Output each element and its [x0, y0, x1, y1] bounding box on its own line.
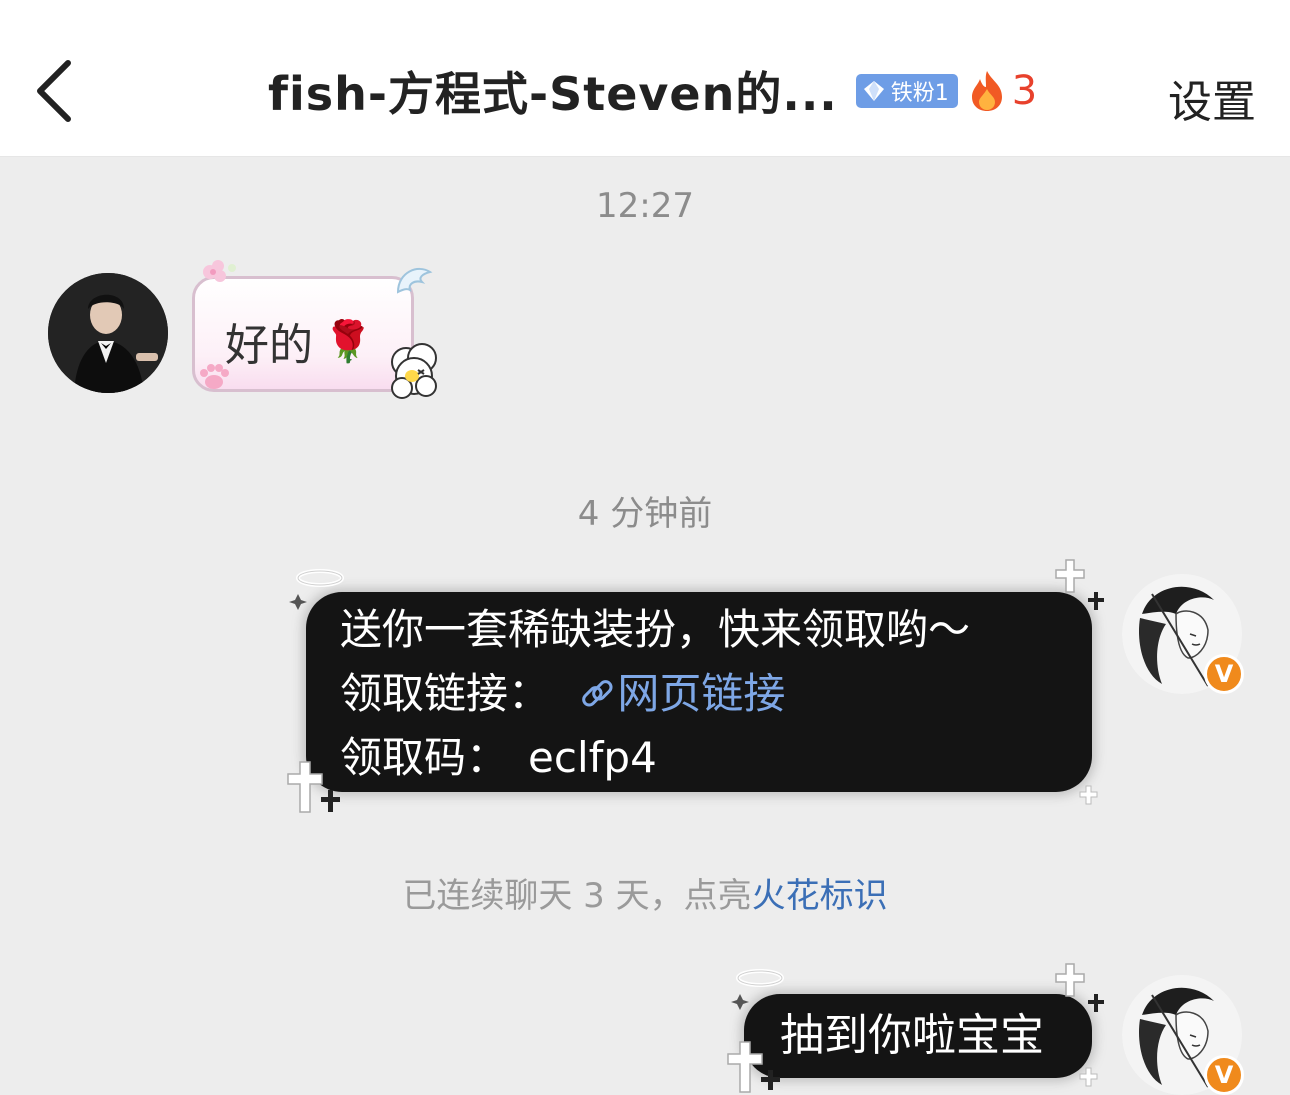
sheep-decoration-icon: [391, 343, 437, 399]
code-line: 领取码： eclfp4: [340, 726, 1092, 790]
back-button[interactable]: [28, 55, 88, 125]
verified-v-icon: V: [1204, 1055, 1244, 1095]
link-line: 领取链接： 网页链接: [340, 662, 1092, 726]
fan-badge[interactable]: 铁粉1: [855, 74, 958, 108]
wing-decoration-icon: [396, 267, 433, 294]
halo-decoration-icon: [289, 569, 344, 610]
streak-notice-text: 已连续聊天 3 天，点亮: [402, 876, 752, 916]
rose-emoji: 🌹: [323, 318, 373, 365]
chat-title[interactable]: fish-方程式-Steven的...: [268, 58, 838, 124]
chat-header: fish-方程式-Steven的... 铁粉1 3 设置: [0, 0, 1290, 157]
spark-count: 3: [1011, 68, 1038, 114]
incoming-message: 好的 🌹: [225, 309, 373, 373]
link-prefix: 领取链接：: [340, 669, 551, 718]
claim-code: eclfp4: [528, 733, 657, 782]
timestamp: 4 分钟前: [577, 494, 713, 534]
title-group: fish-方程式-Steven的... 铁粉1 3: [268, 58, 1037, 124]
outgoing-message-bubble[interactable]: 抽到你啦宝宝: [744, 994, 1092, 1078]
my-avatar[interactable]: V: [1122, 574, 1244, 694]
chat-screen: fish-方程式-Steven的... 铁粉1 3 设置 12:27 好的 🌹 …: [0, 0, 1290, 1095]
diamond-icon: [863, 81, 884, 101]
outgoing-message-text: 抽到你啦宝宝: [780, 1010, 1044, 1061]
cross-decoration-icon: [727, 1041, 780, 1093]
small-cross-decoration-icon: [1079, 1067, 1098, 1087]
cross-decoration-icon: [1055, 559, 1104, 610]
my-avatar[interactable]: V: [1122, 975, 1244, 1095]
settings-button[interactable]: 设置: [1168, 66, 1256, 130]
timestamp: 12:27: [596, 186, 694, 226]
spark-link[interactable]: 火花标识: [752, 876, 888, 916]
incoming-message-text: 好的: [225, 320, 313, 371]
contact-avatar[interactable]: [48, 273, 168, 393]
link-icon: [582, 680, 613, 707]
code-prefix: 领取码：: [340, 733, 509, 782]
cross-decoration-icon: [287, 761, 340, 813]
web-link[interactable]: 网页链接: [563, 669, 785, 718]
chevron-left-icon: [37, 60, 71, 122]
small-cross-decoration-icon: [1079, 785, 1098, 805]
streak-notice: 已连续聊天 3 天，点亮火花标识: [0, 868, 1290, 917]
halo-decoration-icon: [731, 969, 784, 1010]
verified-v-icon: V: [1204, 654, 1244, 694]
flower-decoration-icon: [203, 260, 236, 282]
gift-message-line: 送你一套稀缺装扮，快来领取哟～: [340, 605, 971, 654]
fan-badge-label: 铁粉1: [890, 81, 949, 106]
avatar-image: [48, 273, 168, 393]
fire-icon: [971, 71, 1002, 111]
web-link-text: 网页链接: [617, 669, 786, 718]
spark-indicator[interactable]: 3: [968, 68, 1037, 114]
cross-decoration-icon: [1055, 963, 1104, 1012]
outgoing-message-bubble[interactable]: 送你一套稀缺装扮，快来领取哟～ 领取链接： 网页链接 领取码： eclfp4: [306, 592, 1092, 792]
paw-decoration-icon: [200, 364, 229, 389]
